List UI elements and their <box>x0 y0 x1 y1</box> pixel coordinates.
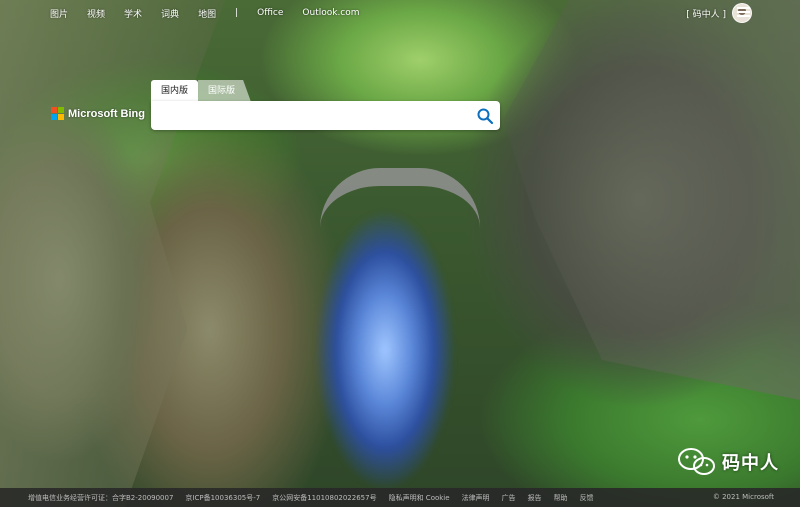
footer-link-legal[interactable]: 法律声明 <box>462 493 490 503</box>
nav-links: 图片 视频 学术 词典 地图 | Office Outlook.com <box>50 0 379 26</box>
nav-link-videos[interactable]: 视频 <box>87 7 105 20</box>
footer: 增值电信业务经营许可证：合字B2-20090007 京ICP备10036305号… <box>0 488 800 507</box>
watermark-text: 码中人 <box>722 453 779 474</box>
nav-link-outlook[interactable]: Outlook.com <box>302 8 359 18</box>
user-name[interactable]: [ 码中人 ] <box>686 7 726 20</box>
nav-link-images[interactable]: 图片 <box>50 7 68 20</box>
nav-link-academic[interactable]: 学术 <box>124 7 142 20</box>
bing-logo[interactable]: Microsoft Bing <box>51 107 145 120</box>
copyright: © 2021 Microsoft <box>712 493 774 501</box>
wechat-icon <box>678 448 715 475</box>
footer-link-license[interactable]: 增值电信业务经营许可证：合字B2-20090007 <box>28 493 173 503</box>
footer-links: 增值电信业务经营许可证：合字B2-20090007 京ICP备10036305号… <box>28 488 606 507</box>
nav-link-office[interactable]: Office <box>257 8 283 18</box>
search-icon[interactable] <box>476 107 494 125</box>
region-tabs: 国内版 国际版 <box>151 80 252 102</box>
search-box <box>151 101 500 130</box>
nav-link-maps[interactable]: 地图 <box>198 7 216 20</box>
footer-link-ads[interactable]: 广告 <box>502 493 516 503</box>
hamburger-menu-icon[interactable] <box>737 7 750 17</box>
footer-link-report[interactable]: 报告 <box>528 493 542 503</box>
microsoft-logo-icon <box>51 107 64 120</box>
top-navigation: 图片 视频 学术 词典 地图 | Office Outlook.com [ 码中… <box>0 0 800 26</box>
footer-link-feedback[interactable]: 反馈 <box>580 493 594 503</box>
logo-text: Microsoft Bing <box>68 107 145 120</box>
footer-link-privacy[interactable]: 隐私声明和 Cookie <box>389 493 450 503</box>
background-image <box>0 0 800 507</box>
watermark: 码中人 <box>674 446 779 478</box>
tab-international[interactable]: 国际版 <box>198 80 252 102</box>
nav-separator: | <box>235 8 239 18</box>
search-input[interactable] <box>157 105 461 128</box>
footer-link-icp[interactable]: 京ICP备10036305号-7 <box>185 493 260 503</box>
tab-domestic[interactable]: 国内版 <box>151 80 199 102</box>
footer-link-police[interactable]: 京公网安备11010802022657号 <box>272 493 376 503</box>
nav-link-dictionary[interactable]: 词典 <box>161 7 179 20</box>
footer-link-help[interactable]: 帮助 <box>554 493 568 503</box>
